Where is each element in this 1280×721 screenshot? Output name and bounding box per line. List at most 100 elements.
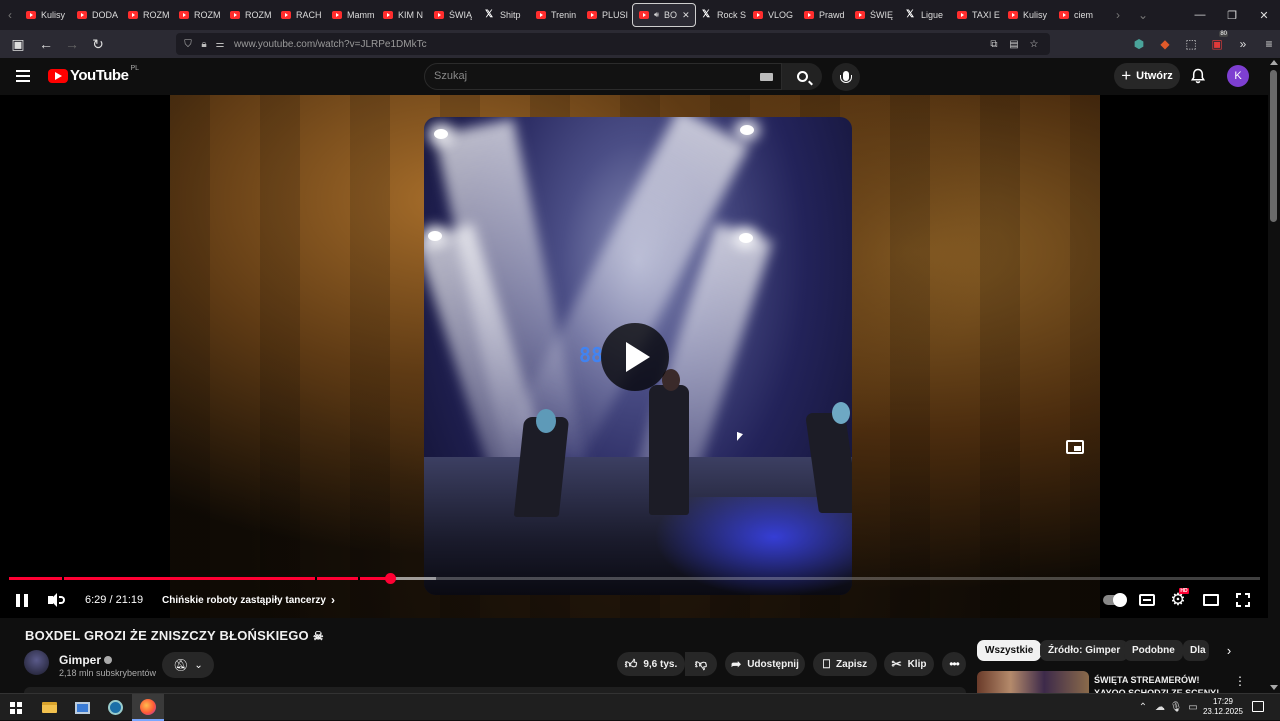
chip-all[interactable]: Wszystkie: [977, 640, 1042, 661]
permissions-icon[interactable]: ⚌: [212, 36, 228, 52]
reload-icon[interactable]: ↻: [86, 32, 110, 56]
theater-mode-button[interactable]: [1201, 587, 1221, 613]
extensions-puzzle-icon[interactable]: ⬚: [1180, 33, 1202, 55]
forward-arrow-icon[interactable]: →: [60, 32, 84, 56]
chapter-title-button[interactable]: Chińskie roboty zastąpiły tancerzy ›: [162, 587, 335, 613]
browser-tab[interactable]: ROZM: [173, 3, 224, 27]
vpn-extension-icon[interactable]: ⬢: [1128, 33, 1150, 55]
tab-scroll-left-icon[interactable]: ‹: [0, 0, 20, 30]
firefox-app[interactable]: [132, 694, 164, 721]
file-explorer-app[interactable]: [33, 694, 65, 721]
app-menu-hamburger-icon[interactable]: ≡: [1258, 33, 1280, 55]
network-icon[interactable]: ▭: [1186, 694, 1200, 721]
cloud-icon[interactable]: ☁: [1153, 694, 1167, 721]
bookmark-star-icon[interactable]: ☆: [1026, 36, 1042, 52]
dislike-button[interactable]: 👎︎: [685, 652, 717, 676]
browser-tab[interactable]: Prawd: [798, 3, 849, 27]
subtitles-button[interactable]: [1137, 587, 1157, 613]
tracking-shield-icon[interactable]: ⛉: [180, 36, 196, 52]
tab-list-chevron-down-icon[interactable]: ⌄: [1128, 0, 1158, 30]
channel-avatar[interactable]: [24, 650, 49, 675]
browser-tab[interactable]: DODA: [71, 3, 122, 27]
play-overlay-icon[interactable]: [601, 323, 669, 391]
minimize-window-icon[interactable]: —: [1184, 0, 1216, 30]
share-button[interactable]: ➦ Udostępnij: [725, 652, 805, 676]
overflow-chevrons-icon[interactable]: »: [1232, 33, 1254, 55]
mute-button[interactable]: [46, 587, 68, 613]
microphone-tray-icon[interactable]: 🎙︎: [1170, 694, 1183, 721]
browser-tab[interactable]: 𝕏 Ligue: [900, 3, 951, 27]
browser-tab[interactable]: 𝕏 Rock S: [696, 3, 747, 27]
guide-menu-icon[interactable]: [16, 70, 30, 82]
fullscreen-button[interactable]: [1233, 587, 1253, 613]
recommended-video-menu-icon[interactable]: ⋮: [1234, 674, 1246, 688]
back-arrow-icon[interactable]: ←: [34, 32, 58, 56]
speaker-audio-icon[interactable]: 🔊︎: [654, 10, 659, 20]
channel-name-link[interactable]: Gimper: [59, 653, 113, 667]
notifications-icon[interactable]: [1252, 701, 1264, 712]
browser-tab[interactable]: RACH: [275, 3, 326, 27]
browser-tab[interactable]: Kulisy: [20, 3, 71, 27]
browser-tab[interactable]: KIM N: [377, 3, 428, 27]
keyboard-icon[interactable]: [760, 73, 773, 81]
close-tab-icon[interactable]: ✕: [682, 10, 690, 21]
save-button[interactable]: ⎕ Zapisz: [813, 652, 877, 676]
notification-settings-button[interactable]: 🔕︎ ⌄: [162, 652, 214, 678]
scroll-down-arrow-icon[interactable]: [1270, 685, 1278, 690]
chip-related[interactable]: Podobne: [1124, 640, 1183, 661]
progress-bar[interactable]: [9, 573, 1260, 584]
close-window-icon[interactable]: ✕: [1248, 0, 1280, 30]
maximize-window-icon[interactable]: ❐: [1216, 0, 1248, 30]
chip-source-channel[interactable]: Źródło: Gimper: [1040, 640, 1129, 661]
browser-tab[interactable]: TAXI E: [951, 3, 1002, 27]
pause-button[interactable]: [12, 587, 32, 613]
taskbar-clock[interactable]: 17:29 23.12.2025: [1200, 697, 1246, 717]
browser-tab[interactable]: Trenin: [530, 3, 581, 27]
account-avatar[interactable]: K: [1227, 65, 1249, 87]
settings-button[interactable]: ⚙ HD: [1168, 587, 1189, 613]
like-button[interactable]: 👍︎ 9,6 tys.: [617, 652, 685, 676]
scroll-up-arrow-icon[interactable]: [1270, 60, 1278, 65]
recommended-video-thumbnail[interactable]: [977, 671, 1089, 693]
tab-scroll-right-icon[interactable]: ›: [1108, 0, 1128, 30]
miniplayer-icon[interactable]: [1066, 440, 1084, 454]
autoplay-toggle[interactable]: [1102, 587, 1127, 613]
youtube-logo[interactable]: YouTube PL: [48, 65, 139, 84]
browser-tab[interactable]: ŚWIĘ: [849, 3, 900, 27]
browser-tab[interactable]: ciem: [1053, 3, 1104, 27]
lock-icon[interactable]: 🔒︎: [196, 36, 212, 52]
browser-tab[interactable]: PLUSI: [581, 3, 632, 27]
notifications-bell-icon[interactable]: [1190, 68, 1206, 84]
clip-button[interactable]: ✂ Klip: [884, 652, 934, 676]
sidebar-toggle-icon[interactable]: ▣: [6, 32, 30, 56]
youtube-extension-icon[interactable]: ▣ 80: [1206, 31, 1228, 55]
search-button[interactable]: [782, 63, 822, 90]
recommended-video-title[interactable]: ŚWIĘTA STREAMERÓW! XAYOO SCHODZI ZE SCEN…: [1094, 674, 1230, 694]
create-button[interactable]: + Utwórz: [1114, 63, 1180, 89]
browser-tab[interactable]: Kulisy: [1002, 3, 1053, 27]
steam-app[interactable]: [99, 694, 131, 721]
progress-scrubber-handle[interactable]: [384, 573, 396, 584]
picture-in-picture-icon[interactable]: ⧉: [986, 36, 1002, 52]
url-text[interactable]: www.youtube.com/watch?v=JLRPe1DMkTc: [234, 39, 427, 50]
browser-tab-active[interactable]: 🔊︎ BO ✕: [632, 3, 696, 27]
video-player[interactable]: 88 6:29 / 21:19 Chińskie roboty zastąpił…: [0, 95, 1268, 618]
browser-tab[interactable]: VLOG: [747, 3, 798, 27]
reader-view-icon[interactable]: ▤: [1006, 36, 1022, 52]
browser-tab[interactable]: ROZM: [122, 3, 173, 27]
chip-for-you[interactable]: Dla: [1183, 640, 1209, 661]
remote-desktop-app[interactable]: [66, 694, 98, 721]
voice-search-button[interactable]: [832, 63, 860, 91]
start-button[interactable]: [0, 694, 32, 721]
chips-next-arrow-icon[interactable]: ›: [1222, 642, 1236, 658]
browser-tab[interactable]: ROZM: [224, 3, 275, 27]
address-bar[interactable]: ⛉ 🔒︎ ⚌ www.youtube.com/watch?v=JLRPe1DMk…: [176, 33, 1050, 55]
browser-tab[interactable]: 𝕏 Shitp: [479, 3, 530, 27]
browser-tab[interactable]: Mamm: [326, 3, 377, 27]
fox-extension-icon[interactable]: ◆: [1154, 33, 1176, 55]
page-scrollbar[interactable]: [1268, 58, 1280, 693]
tray-overflow-chevron-icon[interactable]: ⌃: [1137, 694, 1149, 721]
scrollbar-thumb[interactable]: [1270, 70, 1277, 222]
search-input[interactable]: [434, 70, 734, 82]
browser-tab[interactable]: ŚWIĄ: [428, 3, 479, 27]
